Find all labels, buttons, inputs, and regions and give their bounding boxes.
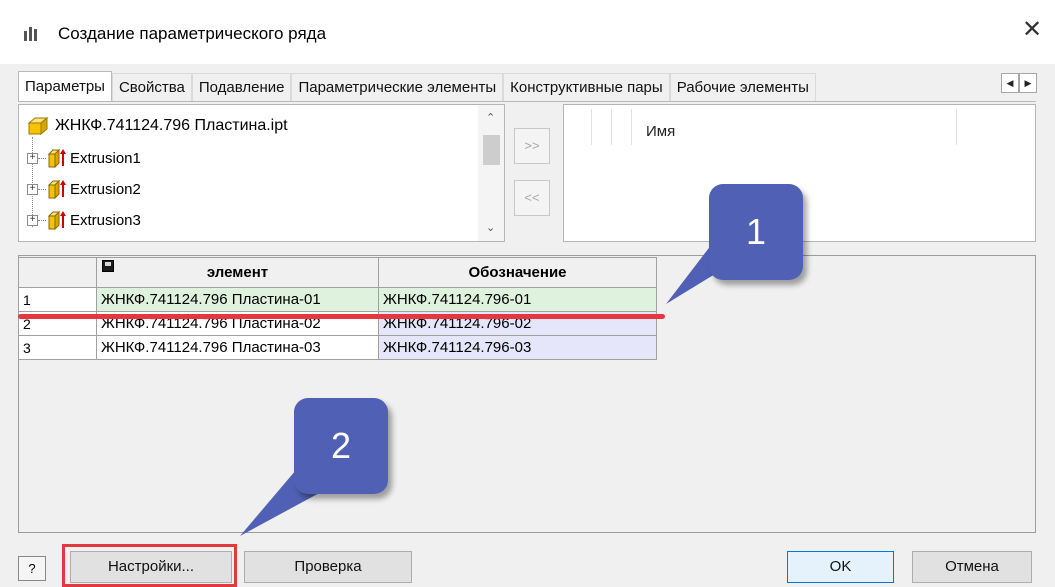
callout-1: 1 — [709, 184, 803, 280]
help-button[interactable]: ? — [18, 556, 46, 581]
column-separator — [591, 109, 592, 145]
table-row[interactable]: 3 ЖНКФ.741124.796 Пластина-03 ЖНКФ.74112… — [18, 335, 657, 360]
save-icon[interactable] — [102, 260, 114, 272]
tab-properties[interactable]: Свойства — [111, 73, 192, 102]
table-row[interactable]: 1 ЖНКФ.741124.796 Пластина-01 ЖНКФ.74112… — [18, 287, 657, 312]
tree-item-label: Extrusion1 — [70, 149, 141, 167]
column-header-element[interactable]: элемент — [96, 257, 379, 288]
scroll-up-icon[interactable]: ⌃ — [486, 111, 495, 124]
column-separator — [956, 109, 957, 145]
cell-designation[interactable]: ЖНКФ.741124.796-01 — [378, 287, 657, 312]
tree-connector-dash — [38, 219, 46, 221]
cell-designation[interactable]: ЖНКФ.741124.796-03 — [378, 335, 657, 360]
row-number[interactable]: 3 — [18, 335, 97, 360]
remove-button[interactable]: << — [514, 180, 550, 216]
column-separator — [611, 109, 612, 145]
column-header-name: Имя — [646, 123, 676, 140]
extrusion-icon — [47, 148, 66, 168]
tree-root-label: ЖНКФ.741124.796 Пластина.ipt — [55, 117, 288, 134]
tab-constructive-pairs[interactable]: Конструктивные пары — [503, 73, 670, 102]
tab-parameters[interactable]: Параметры — [18, 71, 112, 102]
window-title: Создание параметрического ряда — [58, 24, 327, 43]
add-button[interactable]: >> — [514, 128, 550, 164]
tree-connector-dash — [38, 188, 46, 190]
tree-connector-dash — [38, 157, 46, 159]
tab-suppression[interactable]: Подавление — [191, 73, 292, 102]
callout-2: 2 — [294, 398, 388, 494]
model-tree[interactable]: ЖНКФ.741124.796 Пластина.ipt + Extrusion… — [18, 104, 505, 242]
tab-scroll-right-icon[interactable]: ▶ — [1019, 73, 1037, 93]
tab-strip: Параметры Свойства Подавление Параметрич… — [18, 71, 816, 102]
close-icon[interactable]: ✕ — [1022, 18, 1042, 42]
row-number-header — [18, 257, 97, 288]
scroll-down-icon[interactable]: ⌄ — [486, 221, 495, 234]
highlight-underline — [18, 314, 665, 319]
cancel-button[interactable]: Отмена — [912, 551, 1032, 583]
tree-item-label: Extrusion2 — [70, 180, 141, 198]
tree-scrollbar[interactable]: ⌃ ⌄ — [478, 105, 504, 241]
extrusion-icon — [47, 210, 66, 230]
scroll-thumb[interactable] — [483, 135, 500, 165]
expand-icon[interactable]: + — [27, 183, 38, 195]
cell-element[interactable]: ЖНКФ.741124.796 Пластина-01 — [96, 287, 379, 312]
tree-item[interactable]: + Extrusion2 — [27, 178, 141, 200]
column-header-designation[interactable]: Обозначение — [378, 257, 657, 288]
settings-highlight-box — [62, 544, 237, 587]
app-icon — [24, 27, 37, 41]
expand-icon[interactable]: + — [27, 214, 38, 226]
table-header-row: элемент Обозначение — [18, 257, 657, 288]
selected-list-header: Имя — [564, 105, 1035, 149]
tab-scroll-buttons: ◀ ▶ — [1001, 73, 1037, 93]
tree-item[interactable]: + Extrusion1 — [27, 147, 141, 169]
tab-work-elements[interactable]: Рабочие элементы — [669, 73, 816, 102]
extrusion-icon — [47, 179, 66, 199]
check-button[interactable]: Проверка — [244, 551, 412, 583]
tree-item-label: Extrusion3 — [70, 211, 141, 229]
expand-icon[interactable]: + — [27, 152, 38, 164]
row-number[interactable]: 1 — [18, 287, 97, 312]
ok-button[interactable]: OK — [787, 551, 894, 583]
title-bar: Создание параметрического ряда ✕ — [0, 0, 1055, 64]
tab-scroll-left-icon[interactable]: ◀ — [1001, 73, 1019, 93]
tab-parametric-elements[interactable]: Параметрические элементы — [291, 73, 504, 102]
variants-table: элемент Обозначение 1 ЖНКФ.741124.796 Пл… — [18, 257, 657, 360]
tree-root[interactable]: ЖНКФ.741124.796 Пластина.ipt — [27, 115, 288, 137]
tree-item[interactable]: + Extrusion3 — [27, 209, 141, 231]
part-icon — [27, 116, 49, 136]
cell-element[interactable]: ЖНКФ.741124.796 Пластина-03 — [96, 335, 379, 360]
column-separator — [631, 109, 632, 145]
